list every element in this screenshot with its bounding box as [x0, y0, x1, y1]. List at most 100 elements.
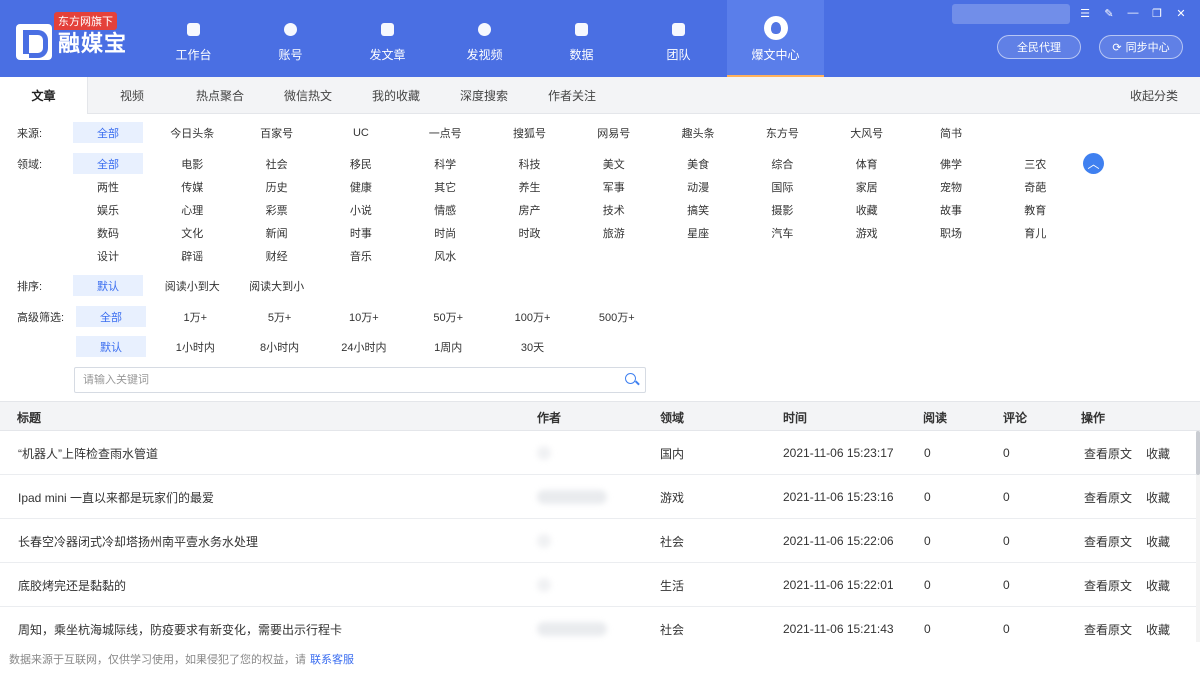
time-chip-0[interactable]: 默认: [76, 336, 146, 357]
source-chip-0[interactable]: 全部: [73, 122, 143, 143]
domain-chip-1-5[interactable]: 养生: [495, 176, 565, 197]
favorite-link[interactable]: 收藏: [1146, 533, 1170, 550]
source-chip-10[interactable]: 简书: [916, 122, 986, 143]
sort-chip-2[interactable]: 阅读大到小: [242, 275, 312, 296]
domain-chip-4-0[interactable]: 设计: [73, 245, 143, 266]
sort-chip-1[interactable]: 阅读小到大: [157, 275, 227, 296]
nav-item-3[interactable]: 发视频: [436, 0, 533, 77]
tab-3[interactable]: 微信热文: [264, 77, 352, 114]
view-original-link[interactable]: 查看原文: [1084, 489, 1132, 506]
domain-chip-1-10[interactable]: 宠物: [916, 176, 986, 197]
source-chip-5[interactable]: 搜狐号: [495, 122, 565, 143]
domain-chip-3-4[interactable]: 时尚: [410, 222, 480, 243]
source-chip-4[interactable]: 一点号: [410, 122, 480, 143]
domain-chip-2-4[interactable]: 情感: [410, 199, 480, 220]
domain-chip-0-1[interactable]: 电影: [157, 153, 227, 174]
nav-item-1[interactable]: 账号: [242, 0, 339, 77]
contact-support-link[interactable]: 联系客服: [310, 651, 354, 667]
table-scrollbar-thumb[interactable]: [1196, 431, 1200, 475]
search-input[interactable]: [83, 374, 625, 386]
domain-chip-2-1[interactable]: 心理: [157, 199, 227, 220]
domain-chip-1-3[interactable]: 健康: [326, 176, 396, 197]
reads-chip-5[interactable]: 100万+: [498, 306, 568, 327]
menu-icon[interactable]: ☰: [1078, 6, 1092, 20]
domain-chip-2-11[interactable]: 教育: [1000, 199, 1070, 220]
domain-chip-3-3[interactable]: 时事: [326, 222, 396, 243]
domain-chip-4-2[interactable]: 财经: [242, 245, 312, 266]
agent-button[interactable]: 全民代理: [997, 35, 1081, 59]
source-chip-9[interactable]: 大风号: [832, 122, 902, 143]
domain-chip-2-0[interactable]: 娱乐: [73, 199, 143, 220]
reads-chip-3[interactable]: 10万+: [329, 306, 399, 327]
domain-chip-0-9[interactable]: 体育: [832, 153, 902, 174]
user-account-blurred[interactable]: [952, 4, 1070, 24]
favorite-link[interactable]: 收藏: [1146, 445, 1170, 462]
view-original-link[interactable]: 查看原文: [1084, 577, 1132, 594]
tab-0[interactable]: 文章: [0, 77, 88, 114]
domain-chip-3-5[interactable]: 时政: [495, 222, 565, 243]
source-chip-7[interactable]: 趣头条: [663, 122, 733, 143]
domain-chip-1-9[interactable]: 家居: [832, 176, 902, 197]
search-icon[interactable]: [625, 373, 639, 387]
collapse-categories-button[interactable]: 收起分类: [1130, 77, 1178, 114]
tab-5[interactable]: 深度搜索: [440, 77, 528, 114]
domain-chip-1-4[interactable]: 其它: [410, 176, 480, 197]
domain-chip-0-4[interactable]: 科学: [410, 153, 480, 174]
domain-chip-3-8[interactable]: 汽车: [747, 222, 817, 243]
domain-chip-4-1[interactable]: 辟谣: [157, 245, 227, 266]
domain-chip-0-0[interactable]: 全部: [73, 153, 143, 174]
nav-item-0[interactable]: 工作台: [145, 0, 242, 77]
domain-chip-2-5[interactable]: 房产: [495, 199, 565, 220]
source-chip-1[interactable]: 今日头条: [157, 122, 227, 143]
reads-chip-0[interactable]: 全部: [76, 306, 146, 327]
domain-chip-1-6[interactable]: 军事: [579, 176, 649, 197]
domain-chip-0-11[interactable]: 三农: [1000, 153, 1070, 174]
domain-chip-0-5[interactable]: 科技: [495, 153, 565, 174]
tab-6[interactable]: 作者关注: [528, 77, 616, 114]
nav-item-4[interactable]: 数据: [533, 0, 630, 77]
time-chip-4[interactable]: 1周内: [413, 336, 483, 357]
domain-chip-3-2[interactable]: 新闻: [242, 222, 312, 243]
domain-chip-4-4[interactable]: 风水: [410, 245, 480, 266]
domain-chip-3-0[interactable]: 数码: [73, 222, 143, 243]
domain-chip-2-10[interactable]: 故事: [916, 199, 986, 220]
domain-chip-3-1[interactable]: 文化: [157, 222, 227, 243]
nav-item-5[interactable]: 团队: [630, 0, 727, 77]
domain-chip-1-0[interactable]: 两性: [73, 176, 143, 197]
domain-chip-3-7[interactable]: 星座: [663, 222, 733, 243]
domain-chip-1-2[interactable]: 历史: [242, 176, 312, 197]
reads-chip-2[interactable]: 5万+: [245, 306, 315, 327]
view-original-link[interactable]: 查看原文: [1084, 445, 1132, 462]
time-chip-2[interactable]: 8小时内: [245, 336, 315, 357]
source-chip-8[interactable]: 东方号: [747, 122, 817, 143]
view-original-link[interactable]: 查看原文: [1084, 621, 1132, 638]
edit-icon[interactable]: ✎: [1102, 6, 1116, 20]
domain-chip-2-7[interactable]: 搞笑: [663, 199, 733, 220]
favorite-link[interactable]: 收藏: [1146, 489, 1170, 506]
domain-chip-0-10[interactable]: 佛学: [916, 153, 986, 174]
reads-chip-1[interactable]: 1万+: [160, 306, 230, 327]
sort-chip-0[interactable]: 默认: [73, 275, 143, 296]
minimize-icon[interactable]: —: [1126, 6, 1140, 20]
close-icon[interactable]: ✕: [1174, 6, 1188, 20]
tab-4[interactable]: 我的收藏: [352, 77, 440, 114]
favorite-link[interactable]: 收藏: [1146, 577, 1170, 594]
source-chip-6[interactable]: 网易号: [579, 122, 649, 143]
domain-chip-3-6[interactable]: 旅游: [579, 222, 649, 243]
domain-chip-4-3[interactable]: 音乐: [326, 245, 396, 266]
sync-center-button[interactable]: ⟳ 同步中心: [1099, 35, 1183, 59]
source-chip-3[interactable]: UC: [326, 122, 396, 143]
domain-chip-2-3[interactable]: 小说: [326, 199, 396, 220]
domain-chip-2-2[interactable]: 彩票: [242, 199, 312, 220]
view-original-link[interactable]: 查看原文: [1084, 533, 1132, 550]
time-chip-5[interactable]: 30天: [498, 336, 568, 357]
restore-icon[interactable]: ❐: [1150, 6, 1164, 20]
domain-chip-0-6[interactable]: 美文: [579, 153, 649, 174]
domain-chip-1-11[interactable]: 奇葩: [1000, 176, 1070, 197]
domain-chip-3-10[interactable]: 职场: [916, 222, 986, 243]
domain-chip-0-3[interactable]: 移民: [326, 153, 396, 174]
time-chip-3[interactable]: 24小时内: [329, 336, 399, 357]
domain-chip-2-6[interactable]: 技术: [579, 199, 649, 220]
tab-1[interactable]: 视频: [88, 77, 176, 114]
time-chip-1[interactable]: 1小时内: [160, 336, 230, 357]
